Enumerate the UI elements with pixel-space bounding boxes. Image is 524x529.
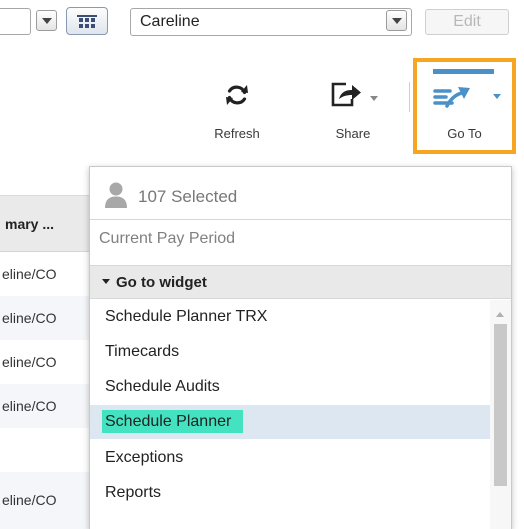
grid-icon [77, 14, 97, 28]
table-row[interactable] [0, 428, 93, 472]
scroll-thumb[interactable] [494, 324, 507, 486]
chevron-down-icon[interactable] [386, 10, 407, 31]
data-grid: mary ... eline/CO eline/CO eline/CO elin… [0, 195, 93, 529]
person-icon [105, 182, 127, 208]
table-row[interactable]: eline/CO [0, 340, 93, 384]
scroll-up-icon[interactable] [496, 312, 504, 317]
go-to-widget-title: Go to widget [116, 274, 207, 291]
chevron-down-icon [370, 96, 378, 101]
go-to-button[interactable]: Go To [413, 58, 516, 154]
list-item-schedule-planner[interactable]: Schedule Planner [90, 405, 490, 439]
refresh-icon [226, 85, 248, 105]
list-item-schedule-audits[interactable]: Schedule Audits [90, 370, 490, 404]
share-label: Share [335, 126, 371, 141]
go-to-widget-header[interactable]: Go to widget [90, 265, 511, 299]
widget-list: Schedule Planner TRX Timecards Schedule … [90, 300, 511, 529]
list-item-label: Schedule Planner [102, 410, 244, 433]
list-item-schedule-planner-trx[interactable]: Schedule Planner TRX [90, 300, 490, 334]
toolbar: Careline Edit [0, 0, 524, 48]
scrollbar[interactable] [490, 300, 511, 529]
go-to-dropdown: 107 Selected Current Pay Period Go to wi… [89, 166, 512, 529]
refresh-label: Refresh [214, 126, 260, 141]
grid-view-button[interactable] [66, 7, 108, 35]
list-item-exceptions[interactable]: Exceptions [90, 441, 490, 475]
go-to-label: Go To [447, 126, 482, 141]
time-period-label: Current Pay Period [90, 219, 511, 256]
caret-down-icon [102, 279, 110, 284]
table-row[interactable]: eline/CO [0, 296, 93, 340]
table-row[interactable]: eline/CO [0, 472, 93, 529]
table-row[interactable]: eline/CO [0, 252, 93, 296]
toolbar-divider [409, 82, 410, 112]
selected-count: 107 Selected [138, 187, 238, 206]
chevron-down-icon[interactable] [36, 10, 57, 31]
refresh-button[interactable]: Refresh [206, 72, 268, 142]
list-item-reports[interactable]: Reports [90, 476, 490, 510]
partial-select-box[interactable] [0, 8, 31, 35]
hyperfind-select[interactable]: Careline [130, 8, 412, 36]
go-to-label-wrap: Go To [417, 62, 512, 150]
table-row[interactable]: eline/CO [0, 384, 93, 428]
column-header[interactable]: mary ... [0, 195, 93, 252]
hyperfind-select-value: Careline [140, 13, 200, 30]
edit-button[interactable]: Edit [425, 9, 509, 35]
selection-summary: 107 Selected [90, 167, 511, 219]
list-item-timecards[interactable]: Timecards [90, 335, 490, 369]
share-button[interactable]: Share [318, 72, 388, 142]
share-icon [331, 82, 361, 107]
